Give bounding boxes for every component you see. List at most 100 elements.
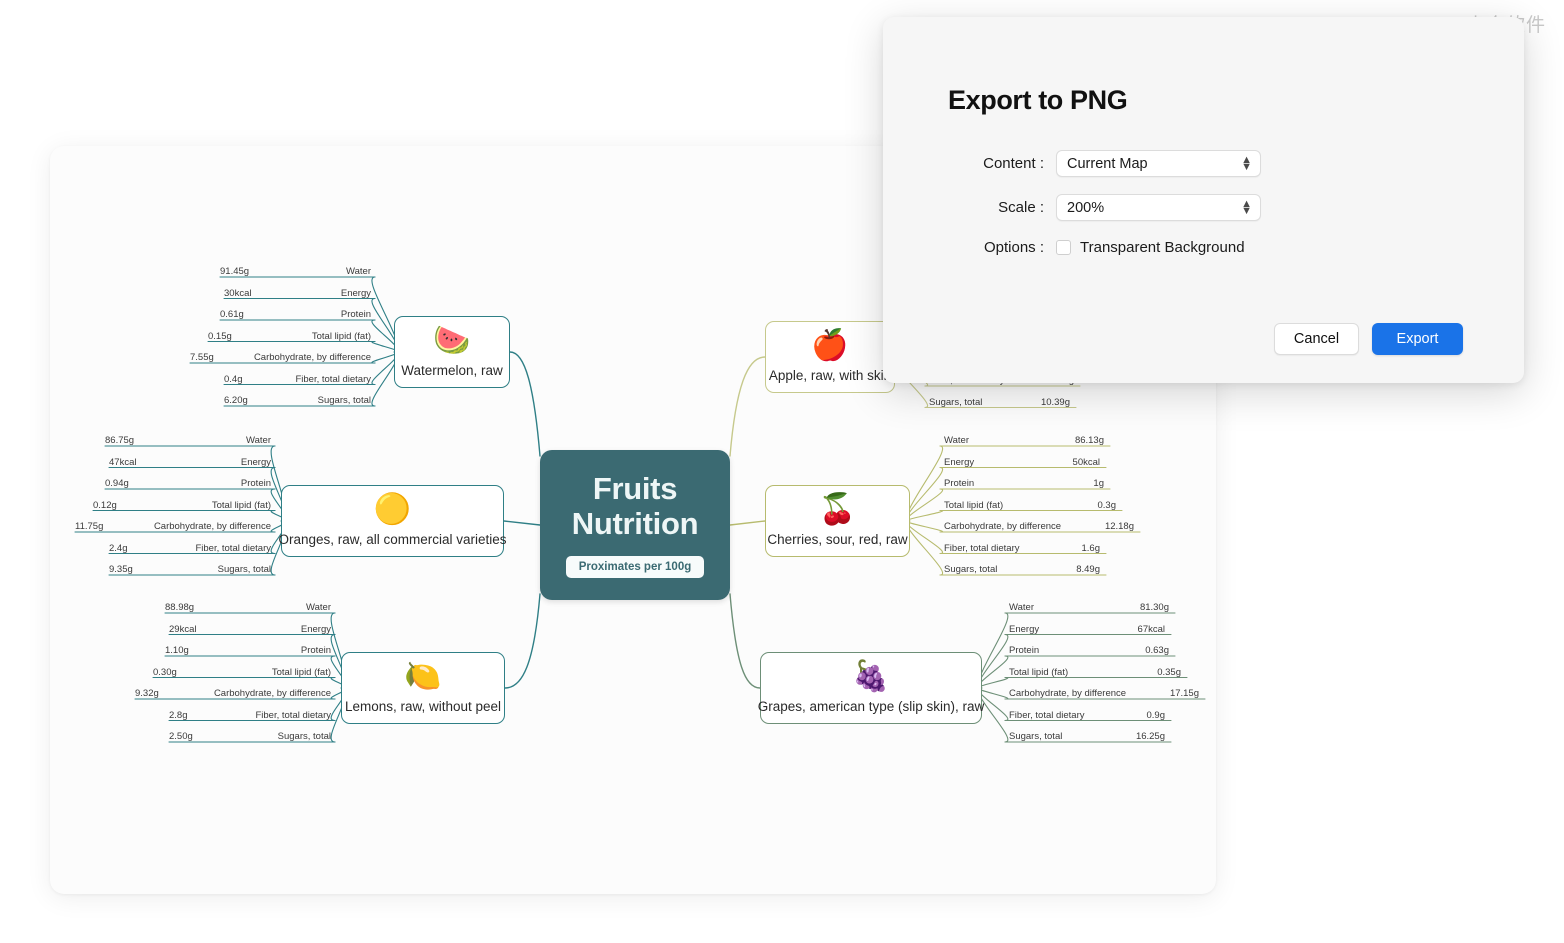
watermelon-icon: 🍉: [433, 323, 471, 358]
topic-label: Cherries, sour, red, raw: [767, 532, 908, 547]
leaf-name: Total lipid (fat): [271, 666, 331, 678]
leaf-row[interactable]: 8.49g Sugars, total: [940, 563, 1106, 577]
leaf-row[interactable]: 30kcal Energy: [224, 287, 375, 301]
leaf-row[interactable]: 0.3g Total lipid (fat): [940, 499, 1122, 513]
leaf-name: Total lipid (fat): [311, 330, 371, 342]
chevron-updown-icon: ▲ ▼: [1241, 197, 1252, 217]
leaf-name: Carbohydrate, by difference: [153, 521, 271, 532]
topic-label: Grapes, american type (slip skin), raw: [757, 699, 985, 714]
leaf-row[interactable]: 0.35g Total lipid (fat): [1005, 666, 1187, 680]
leaf-row[interactable]: 1g Protein: [940, 477, 1110, 491]
leaf-name: Energy: [340, 287, 371, 299]
transparent-background-checkbox[interactable]: [1056, 240, 1071, 255]
root-title-line1: Fruits: [592, 471, 678, 507]
leaf-name: Energy: [1009, 623, 1040, 635]
leaf-name: Water: [346, 266, 371, 277]
leaf-row[interactable]: 2.4gFiber, total dietary: [109, 542, 275, 556]
leaf-row[interactable]: 0.63g Protein: [1005, 644, 1175, 658]
leaf-row[interactable]: 1.6g Fiber, total dietary: [940, 542, 1106, 556]
leaf-row[interactable]: 11.75g Carbohydrate, by difference: [75, 520, 275, 534]
leaf-name: Total lipid (fat): [211, 499, 271, 511]
leaf-row[interactable]: 0.9g Fiber, total dietary: [1005, 709, 1171, 723]
leaf-row[interactable]: 0.94g Protein: [105, 477, 275, 491]
leaf-name: Energy: [300, 623, 331, 635]
leaf-name: Sugars, total: [217, 564, 271, 575]
leaf-value: 8.49g: [1076, 564, 1100, 575]
export-dialog[interactable]: Export to PNG Content : Current Map ▲ ▼ S…: [883, 17, 1524, 383]
leaf-value: 16.25g: [1135, 731, 1165, 742]
leaf-name: Sugars, total: [944, 564, 998, 575]
leaf-name: Water: [1009, 602, 1034, 613]
leaf-row[interactable]: 9.35g Sugars, total: [109, 563, 275, 577]
leaf-row[interactable]: 2.50g Sugars, total: [169, 730, 335, 744]
leaf-value: 1g: [1093, 478, 1104, 489]
root-node[interactable]: Fruits Nutrition Proximates per 100g: [540, 450, 730, 600]
root-title: Fruits Nutrition: [572, 471, 699, 541]
leaf-row[interactable]: 17.15g Carbohydrate, by difference: [1005, 687, 1205, 701]
leaf-row[interactable]: 0.12g Total lipid (fat): [93, 499, 275, 513]
leaf-name: Carbohydrate, by difference: [1009, 688, 1127, 699]
leaf-value: 86.13g: [1074, 435, 1104, 446]
leaf-row[interactable]: 2.8g Fiber, total dietary: [169, 709, 335, 723]
leaf-row[interactable]: 81.30g Water: [1005, 601, 1175, 615]
leaf-row[interactable]: 16.25g Sugars, total: [1005, 730, 1171, 744]
leaf-row[interactable]: 0.15g Total lipid (fat): [208, 330, 375, 344]
leaf-name: Fiber, total dietary: [944, 542, 1020, 554]
chevron-updown-icon: ▲ ▼: [1241, 153, 1252, 173]
leaf-row[interactable]: 12.18g Carbohydrate, by difference: [940, 520, 1140, 534]
content-select-value: Current Map: [1067, 155, 1148, 172]
content-select[interactable]: Current Map ▲ ▼: [1056, 150, 1261, 177]
leaf-name: Protein: [340, 309, 371, 320]
leaf-row[interactable]: 50kcal Energy: [940, 456, 1106, 470]
topic-node-grapes[interactable]: 🍇 Grapes, american type (slip skin), raw: [757, 652, 985, 724]
leaf-name: Sugars, total: [929, 396, 983, 408]
leaf-name: Total lipid (fat): [944, 499, 1004, 511]
topic-node-watermelon[interactable]: 🍉 Watermelon, raw: [394, 316, 510, 388]
leaf-value: 17.15g: [1169, 688, 1199, 699]
content-row: Content : Current Map ▲ ▼: [948, 150, 1261, 177]
leaf-value: 0.63g: [1145, 645, 1169, 656]
leaf-name: Carbohydrate, by difference: [253, 352, 371, 363]
leaf-row[interactable]: 7.55g Carbohydrate, by difference: [190, 351, 375, 365]
export-button[interactable]: Export: [1372, 323, 1463, 355]
leaf-row[interactable]: 86.75g Water: [105, 434, 275, 448]
topic-label: Watermelon, raw: [401, 363, 503, 378]
leaf-row[interactable]: 6.20g Sugars, total: [224, 394, 375, 408]
leaf-name: Water: [306, 602, 331, 613]
apple-icon: 🍎: [811, 328, 849, 363]
options-row: Options : Transparent Background: [948, 239, 1245, 256]
topic-node-oranges[interactable]: 🟡 Oranges, raw, all commercial varieties: [278, 485, 507, 557]
topic-node-apple[interactable]: 🍎 Apple, raw, with skin: [765, 321, 895, 393]
leaf-name: Carbohydrate, by difference: [944, 521, 1062, 532]
leaf-row[interactable]: 29kcal Energy: [169, 623, 335, 637]
scale-select[interactable]: 200% ▲ ▼: [1056, 194, 1261, 221]
leaf-name: Protein: [1009, 645, 1040, 656]
leaf-row[interactable]: 67kcal Energy: [1005, 623, 1171, 637]
leaf-name: Water: [944, 435, 969, 446]
leaf-name: Protein: [300, 645, 331, 656]
leaf-row[interactable]: 91.45g Water: [220, 265, 375, 279]
content-label: Content :: [983, 155, 1044, 172]
leaf-row[interactable]: 88.98g Water: [165, 601, 335, 615]
lemon-icon: 🍋: [404, 659, 442, 694]
leaf-name: Fiber, total dietary: [1009, 709, 1085, 721]
leaf-value: 50kcal: [1072, 456, 1100, 468]
leaf-name: Water: [246, 435, 271, 446]
grapes-icon: 🍇: [852, 659, 890, 694]
leaf-row[interactable]: 0.61g Protein: [220, 308, 375, 322]
leaf-row[interactable]: 0.4g Fiber, total dietary: [224, 373, 375, 387]
leaf-row[interactable]: 86.13g Water: [940, 434, 1110, 448]
leaf-row[interactable]: 1.10g Protein: [165, 644, 335, 658]
leaf-value: 0.35g: [1157, 666, 1181, 678]
topic-node-lemons[interactable]: 🍋 Lemons, raw, without peel: [341, 652, 505, 724]
leaf-row[interactable]: 10.39g Sugars, total: [925, 396, 1076, 410]
topic-label: Apple, raw, with skin: [768, 368, 892, 383]
leaf-row[interactable]: 9.32g Carbohydrate, by difference: [135, 687, 335, 701]
dialog-title: Export to PNG: [948, 85, 1128, 115]
leaf-row[interactable]: 0.30g Total lipid (fat): [153, 666, 335, 680]
orange-icon: 🟡: [373, 492, 412, 527]
cancel-button[interactable]: Cancel: [1274, 323, 1359, 355]
topic-node-cherries[interactable]: 🍒 Cherries, sour, red, raw: [765, 485, 910, 557]
leaf-name: Energy: [944, 456, 975, 468]
leaf-row[interactable]: 47kcal Energy: [109, 456, 275, 470]
